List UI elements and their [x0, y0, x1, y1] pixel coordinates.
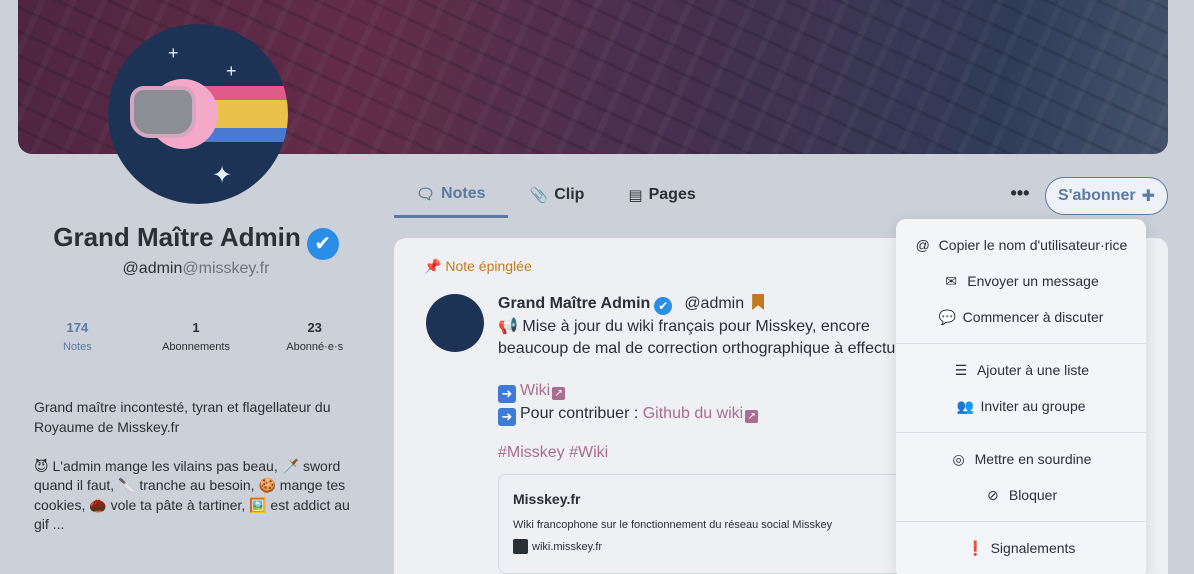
- profile-avatar[interactable]: + + ✦: [108, 24, 288, 204]
- envelope-icon: ✉: [945, 272, 958, 289]
- menu-item-mute[interactable]: ◎ Mettre en sourdine: [896, 441, 1146, 477]
- subscribe-button[interactable]: S'abonner ✚: [1045, 177, 1168, 215]
- stat-value: 174: [66, 320, 89, 335]
- stat-value: 1: [192, 320, 200, 335]
- wiki-link[interactable]: Wiki: [520, 382, 550, 399]
- menu-item-label: Inviter au groupe: [980, 398, 1086, 414]
- menu-divider: [896, 432, 1146, 433]
- stat-label: Abonnements: [162, 341, 230, 353]
- profile-name-row: Grand Maître Admin ✔: [18, 222, 374, 260]
- star-icon: ✦: [212, 162, 233, 189]
- menu-item-copy-username[interactable]: @ Copier le nom d'utilisateur·rice: [896, 227, 1146, 263]
- profile-display-name: Grand Maître Admin: [53, 222, 301, 252]
- pinned-text: Note épinglée: [445, 258, 532, 274]
- tab-notes[interactable]: 🗨 Notes: [394, 172, 508, 218]
- alert-icon: ❗: [966, 539, 985, 556]
- menu-item-label: Bloquer: [1008, 487, 1058, 503]
- menu-item-label: Copier le nom d'utilisateur·rice: [938, 237, 1128, 253]
- stat-label: Notes: [62, 341, 92, 353]
- arrow-right-icon: ➜: [498, 385, 516, 403]
- tab-label: Notes: [441, 184, 486, 202]
- stat-value: 23: [307, 320, 322, 335]
- plus-icon: ✚: [1141, 188, 1155, 205]
- menu-item-label: Ajouter à une liste: [976, 362, 1090, 378]
- menu-item-add-to-list[interactable]: ☰ Ajouter à une liste: [896, 352, 1146, 388]
- profile-host: @misskey.fr: [182, 260, 270, 277]
- star-icon: +: [168, 43, 179, 63]
- menu-item-label: Commencer à discuter: [962, 309, 1104, 325]
- profile-tabs: 🗨 Notes 📎 Clip ▤ Pages: [394, 172, 718, 220]
- tab-label: Clip: [554, 186, 585, 203]
- more-options-button[interactable]: •••: [1006, 182, 1034, 210]
- external-link-icon: ↗: [745, 410, 759, 423]
- external-link-icon: ↗: [552, 387, 566, 400]
- tab-pages[interactable]: ▤ Pages: [606, 172, 717, 218]
- profile-stats: 174 Notes 1 Abonnements 23 Abonné·e·s: [18, 320, 374, 353]
- menu-item-send-message[interactable]: ✉ Envoyer un message: [896, 263, 1146, 299]
- preview-site-name: wiki.misskey.fr: [532, 540, 603, 553]
- github-link[interactable]: Github du wiki: [643, 405, 744, 422]
- stat-notes[interactable]: 174 Notes: [18, 320, 137, 353]
- pinned-label: 📌 Note épinglée: [424, 258, 532, 275]
- list-icon: ☰: [954, 361, 968, 378]
- tab-label: Pages: [648, 186, 696, 203]
- megaphone-icon: 📢: [498, 318, 518, 335]
- note-author-username[interactable]: @admin: [684, 295, 744, 312]
- ban-icon: ⊘: [986, 486, 999, 503]
- note-body: 📢 Mise à jour du wiki français pour Miss…: [498, 316, 918, 426]
- wiki-line: ➜ Wiki ↗: [498, 380, 918, 403]
- tab-clip[interactable]: 📎 Clip: [508, 172, 607, 218]
- preview-description: Wiki francophone sur le fonctionnement d…: [513, 519, 833, 531]
- verified-badge-icon: ✔: [306, 228, 339, 260]
- profile-bio: Grand maître incontesté, tyran et flagel…: [34, 399, 350, 532]
- menu-item-invite-group[interactable]: 👥 Inviter au groupe: [896, 388, 1146, 424]
- arrow-right-icon: ➜: [498, 408, 516, 426]
- stat-following[interactable]: 1 Abonnements: [137, 320, 256, 353]
- menu-item-label: Mettre en sourdine: [974, 451, 1092, 467]
- users-icon: 👥: [956, 397, 974, 414]
- menu-divider: [896, 521, 1146, 522]
- note-text-line: 📢 Mise à jour du wiki français pour Miss…: [498, 316, 918, 360]
- menu-item-report[interactable]: ❗ Signalements: [896, 530, 1146, 566]
- cat-shape: [130, 86, 196, 138]
- subscribe-label: S'abonner: [1058, 187, 1136, 204]
- note-hashtags[interactable]: #Misskey #Wiki: [498, 444, 608, 462]
- contribute-line: ➜ Pour contribuer : Github du wiki ↗: [498, 403, 918, 426]
- eye-slash-icon: ◎: [952, 450, 965, 467]
- at-icon: @: [915, 237, 930, 253]
- chat-icon: 💬: [938, 308, 957, 325]
- menu-item-label: Envoyer un message: [967, 273, 1099, 289]
- pin-icon: 📌: [424, 258, 442, 274]
- verified-badge-icon: ✔: [654, 297, 673, 315]
- profile-handle: @admin@misskey.fr: [18, 260, 374, 278]
- preview-title: Misskey.fr: [513, 491, 581, 507]
- note-author-name[interactable]: Grand Maître Admin: [498, 295, 650, 312]
- note-links: ➜ Wiki ↗ ➜ Pour contribuer : Github du wiki…: [498, 380, 918, 426]
- menu-item-start-chat[interactable]: 💬 Commencer à discuter: [896, 299, 1146, 335]
- bookmark-icon: [752, 294, 765, 310]
- url-preview-card[interactable]: Misskey.fr Wiki francophone sur le fonct…: [498, 474, 918, 574]
- note-author-avatar[interactable]: [426, 294, 484, 352]
- preview-site: wiki.misskey.fr: [513, 539, 903, 554]
- profile-username: @admin: [122, 260, 183, 277]
- menu-divider: [896, 343, 1146, 344]
- stat-followers[interactable]: 23 Abonné·e·s: [255, 320, 374, 353]
- stat-label: Abonné·e·s: [286, 341, 344, 353]
- site-favicon-icon: [513, 539, 528, 554]
- comment-icon: 🗨: [416, 185, 436, 203]
- star-icon: +: [226, 61, 237, 81]
- contribute-prefix: Pour contribuer :: [520, 405, 643, 422]
- note-header: Grand Maître Admin ✔ @admin: [498, 294, 765, 315]
- file-icon: ▤: [628, 187, 643, 204]
- menu-item-label: Signalements: [990, 540, 1076, 556]
- paperclip-icon: 📎: [529, 187, 549, 204]
- note-text: Mise à jour du wiki français pour Misske…: [498, 318, 914, 357]
- profile-actions-menu: @ Copier le nom d'utilisateur·rice ✉ Env…: [896, 219, 1146, 574]
- menu-item-block[interactable]: ⊘ Bloquer: [896, 477, 1146, 513]
